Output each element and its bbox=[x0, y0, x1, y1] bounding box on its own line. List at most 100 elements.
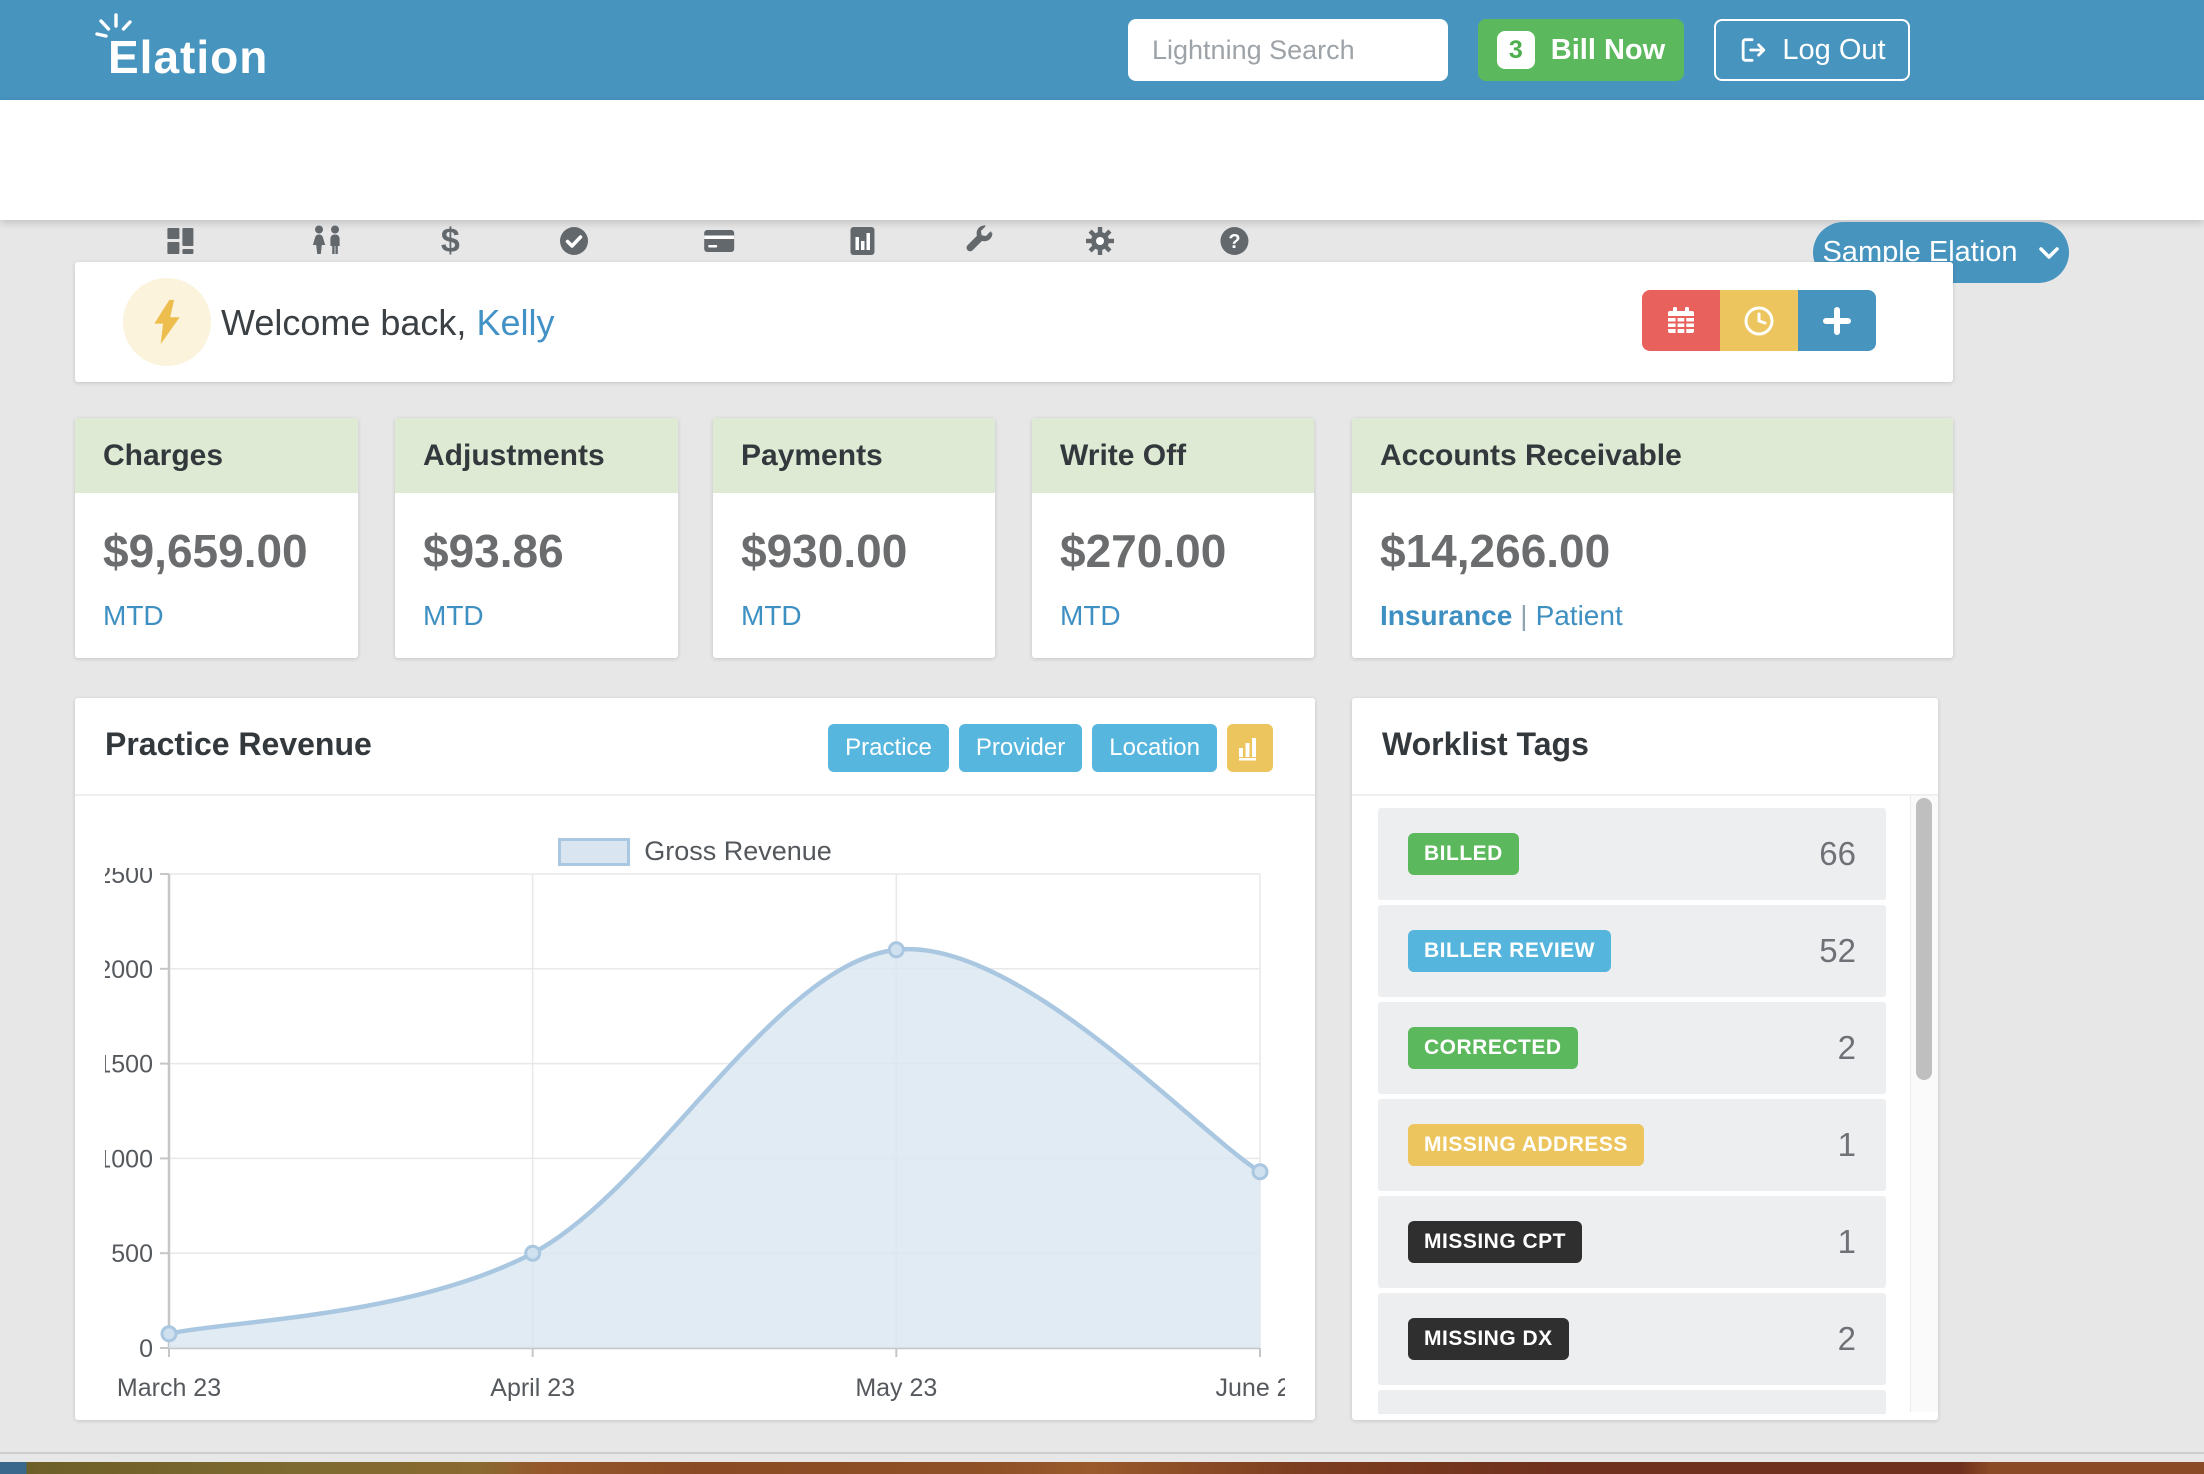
patients-icon bbox=[308, 224, 346, 258]
gross-revenue-area-chart: 0 500 1000 1500 2000 2500 March 23 April 23 May … bbox=[105, 868, 1285, 1413]
worklist-row-missing-cpt[interactable]: MISSING CPT 1 bbox=[1378, 1196, 1886, 1288]
stat-title: Adjustments bbox=[395, 418, 678, 493]
plus-icon bbox=[1822, 306, 1852, 336]
reports-chart-icon bbox=[845, 224, 879, 258]
app-window: Elation 3 Bill Now Log Out Dashboard bbox=[0, 0, 2204, 1474]
tag-count: 2 bbox=[1838, 1029, 1856, 1067]
clock-icon bbox=[1742, 304, 1776, 338]
bar-chart-icon bbox=[1237, 735, 1263, 761]
tag-count: 52 bbox=[1819, 932, 1856, 970]
add-button[interactable] bbox=[1798, 290, 1876, 351]
logout-label: Log Out bbox=[1782, 34, 1885, 67]
svg-text:March 23: March 23 bbox=[117, 1374, 221, 1402]
tag-count: 1 bbox=[1838, 1223, 1856, 1261]
chart-legend[interactable]: Gross Revenue bbox=[75, 836, 1315, 867]
gear-icon bbox=[1083, 224, 1117, 258]
tag-count: 1 bbox=[1838, 1126, 1856, 1164]
svg-text:?: ? bbox=[1228, 231, 1240, 253]
svg-text:500: 500 bbox=[111, 1240, 153, 1268]
legend-label: Gross Revenue bbox=[644, 836, 832, 867]
bill-count-badge: 3 bbox=[1497, 31, 1535, 69]
worklist-tags-panel: Worklist Tags BILLED 66 BILLER REVIEW 52… bbox=[1352, 698, 1938, 1420]
practice-revenue-title: Practice Revenue bbox=[105, 726, 372, 763]
stat-title: Payments bbox=[713, 418, 995, 493]
calendar-button[interactable] bbox=[1642, 290, 1720, 351]
scrollbar-track[interactable] bbox=[1910, 796, 1938, 1412]
chart-type-button[interactable] bbox=[1227, 724, 1273, 772]
patient-link[interactable]: Patient bbox=[1536, 600, 1623, 631]
tag-badge: BILLED bbox=[1408, 833, 1519, 875]
tag-badge: CORRECTED bbox=[1408, 1027, 1578, 1069]
stat-value: $270.00 bbox=[1060, 524, 1226, 578]
bill-now-label: Bill Now bbox=[1551, 34, 1665, 67]
svg-text:1000: 1000 bbox=[105, 1145, 153, 1173]
stat-card-charges: Charges $9,659.00 MTD bbox=[75, 418, 358, 658]
stat-card-payments: Payments $930.00 MTD bbox=[713, 418, 995, 658]
worklist-check-icon bbox=[557, 224, 591, 258]
tag-count: 66 bbox=[1819, 835, 1856, 873]
provider-filter-button[interactable]: Provider bbox=[959, 724, 1082, 772]
worklist-row-billed[interactable]: BILLED 66 bbox=[1378, 808, 1886, 900]
dashboard-icon bbox=[163, 224, 197, 258]
legend-swatch bbox=[558, 838, 630, 866]
welcome-banner: Welcome back, Kelly bbox=[75, 262, 1953, 382]
worklist-row-biller-review[interactable]: BILLER REVIEW 52 bbox=[1378, 905, 1886, 997]
tag-badge: MISSING ADDRESS bbox=[1408, 1124, 1644, 1166]
worklist-tags-title: Worklist Tags bbox=[1382, 726, 1589, 763]
link-separator: | bbox=[1512, 600, 1535, 631]
worklist-tag-list: BILLED 66 BILLER REVIEW 52 CORRECTED 2 M… bbox=[1378, 808, 1886, 1414]
tag-badge: MISSING DX bbox=[1408, 1318, 1569, 1360]
svg-text:May 23: May 23 bbox=[855, 1374, 937, 1402]
mtd-link[interactable]: MTD bbox=[423, 600, 484, 632]
svg-text:2500: 2500 bbox=[105, 868, 153, 889]
worklist-row-missing-address[interactable]: MISSING ADDRESS 1 bbox=[1378, 1099, 1886, 1191]
welcome-message: Welcome back, Kelly bbox=[221, 302, 554, 344]
stat-card-adjustments: Adjustments $93.86 MTD bbox=[395, 418, 678, 658]
logout-icon bbox=[1738, 35, 1768, 65]
svg-text:1500: 1500 bbox=[105, 1051, 153, 1079]
stat-title: Charges bbox=[75, 418, 358, 493]
logout-button[interactable]: Log Out bbox=[1714, 19, 1910, 81]
worklist-row-partial[interactable] bbox=[1378, 1390, 1886, 1414]
svg-text:0: 0 bbox=[139, 1335, 153, 1363]
location-filter-button[interactable]: Location bbox=[1092, 724, 1217, 772]
billing-icon: $ bbox=[433, 224, 467, 258]
stat-value: $9,659.00 bbox=[103, 524, 308, 578]
stat-value: $14,266.00 bbox=[1380, 524, 1610, 578]
calendar-icon bbox=[1664, 304, 1698, 338]
spark-icon bbox=[94, 10, 138, 48]
stat-value: $930.00 bbox=[741, 524, 907, 578]
tag-badge: BILLER REVIEW bbox=[1408, 930, 1611, 972]
insurance-link[interactable]: Insurance bbox=[1380, 600, 1512, 631]
stat-card-write-off: Write Off $270.00 MTD bbox=[1032, 418, 1314, 658]
tag-badge: MISSING CPT bbox=[1408, 1221, 1582, 1263]
svg-text:2000: 2000 bbox=[105, 956, 153, 984]
svg-text:$: $ bbox=[441, 224, 460, 258]
bill-now-button[interactable]: 3 Bill Now bbox=[1478, 19, 1684, 81]
mtd-link[interactable]: MTD bbox=[1060, 600, 1121, 632]
welcome-greeting: Welcome back, bbox=[221, 302, 476, 343]
practice-filter-button[interactable]: Practice bbox=[828, 724, 949, 772]
worklist-row-missing-dx[interactable]: MISSING DX 2 bbox=[1378, 1293, 1886, 1385]
panel-divider bbox=[75, 794, 1315, 796]
mtd-link[interactable]: MTD bbox=[103, 600, 164, 632]
mtd-link[interactable]: MTD bbox=[741, 600, 802, 632]
svg-text:June 23: June 23 bbox=[1216, 1374, 1285, 1402]
chevron-down-icon bbox=[2038, 246, 2060, 260]
credit-card-icon bbox=[701, 224, 737, 258]
stat-card-accounts-receivable: Accounts Receivable $14,266.00 Insurance… bbox=[1352, 418, 1953, 658]
window-bottom-divider bbox=[0, 1452, 2204, 1454]
revenue-filter-buttons: Practice Provider Location bbox=[828, 724, 1273, 772]
worklist-row-corrected[interactable]: CORRECTED 2 bbox=[1378, 1002, 1886, 1094]
search-input[interactable] bbox=[1128, 19, 1448, 81]
desktop-background-strip bbox=[0, 1462, 2204, 1474]
svg-text:April 23: April 23 bbox=[490, 1374, 575, 1402]
quick-action-buttons bbox=[1642, 290, 1876, 351]
elation-logo[interactable]: Elation bbox=[108, 30, 268, 84]
ar-links: Insurance|Patient bbox=[1380, 600, 1623, 632]
scrollbar-thumb[interactable] bbox=[1916, 798, 1932, 1080]
panel-divider bbox=[1352, 794, 1938, 796]
user-name-link[interactable]: Kelly bbox=[476, 302, 554, 343]
stat-title: Write Off bbox=[1032, 418, 1314, 493]
clock-button[interactable] bbox=[1720, 290, 1798, 351]
